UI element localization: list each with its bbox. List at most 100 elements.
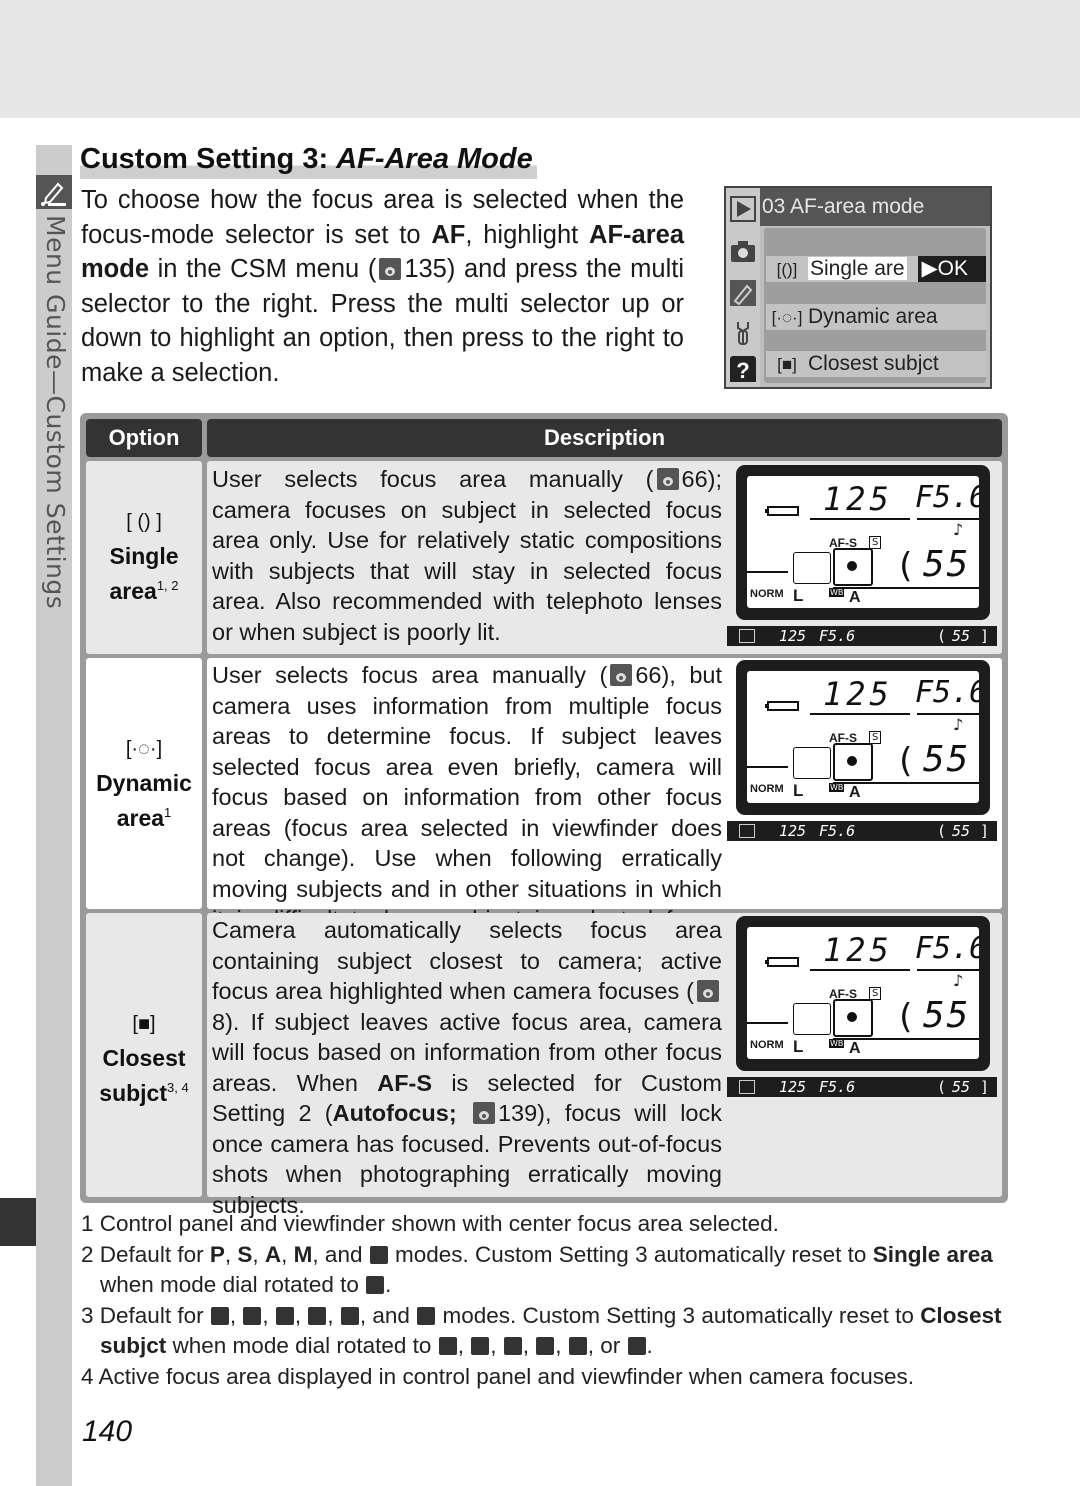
night-portrait-mode-icon	[627, 1337, 646, 1355]
footnote-text: Active focus area displayed in control p…	[98, 1363, 914, 1389]
title-prefix: Custom Setting 3:	[80, 143, 337, 175]
menu-header: 03 AF-area mode	[760, 188, 990, 226]
thumb-index-tab	[0, 1198, 36, 1246]
divider	[747, 1022, 788, 1024]
footnote-text: modes. Custom Setting 3 automatically re…	[388, 1241, 873, 1267]
pencil-icon	[730, 280, 756, 306]
single-area-icon	[793, 552, 831, 584]
closest-subject-icon	[793, 1003, 831, 1035]
footnote-ref: 3, 4	[167, 1080, 189, 1095]
menu-item-label: Single are	[808, 257, 907, 280]
footnote-text: .	[646, 1333, 653, 1358]
menu-item-dynamic-area[interactable]: [·◌·] Dynamic area	[766, 304, 986, 330]
control-panel-lcd: 125F5.6♪AF-SS(55NORMLWBA	[736, 465, 990, 620]
menu-rail: ?	[726, 188, 760, 387]
footnote-text: , and	[359, 1302, 417, 1328]
intro-bold-af: AF	[431, 220, 466, 249]
auto-mode-icon	[210, 1306, 229, 1325]
vf-frames: 55	[952, 822, 971, 840]
dynamic-area-icon: [·◌·]	[125, 738, 163, 760]
footnote-text: Control panel and viewfinder shown with …	[99, 1211, 779, 1236]
option-name: subjct	[99, 1080, 168, 1106]
footnotes: 1 Control panel and viewfinder shown wit…	[81, 1209, 1011, 1392]
single-area-icon	[739, 629, 755, 643]
playback-icon	[730, 196, 756, 222]
lcd-screen: 125F5.6♪AF-SS(55NORMLWBA	[747, 671, 979, 803]
page-reference[interactable]: 66	[635, 662, 661, 688]
svg-text:?: ?	[736, 358, 749, 382]
frames-remaining: 55	[923, 739, 971, 780]
footnote-text: .	[385, 1272, 392, 1297]
battery-icon	[765, 701, 799, 711]
footnote-number: 1	[81, 1211, 94, 1236]
camera-menu-screenshot: ? 03 AF-area mode [()] Single are ▶OK [·◌…	[724, 186, 992, 389]
landscape-mode-icon	[503, 1337, 522, 1355]
aperture: F5.6	[915, 675, 979, 710]
lcd-screen: 125F5.6♪AF-SS(55NORMLWBA	[747, 476, 979, 608]
header-option: Option	[86, 419, 202, 457]
night-landscape-mode-icon	[568, 1337, 587, 1355]
vf-shutter: 125	[779, 1078, 807, 1096]
beep-icon: ♪	[953, 520, 964, 539]
footnote-number: 2	[81, 1241, 94, 1267]
footnote-2: 2 Default for P, S, A, M, and modes. Cus…	[81, 1241, 993, 1298]
page-reference[interactable]: 139	[498, 1100, 537, 1126]
page-reference[interactable]: 135	[404, 255, 447, 283]
footnote-number: 3	[81, 1302, 94, 1328]
footnote-text: Default for	[99, 1302, 210, 1328]
description-text: User selects focus area manually (66); c…	[212, 464, 722, 647]
reference-eye-icon	[697, 980, 719, 1002]
ok-indicator[interactable]: ▶OK	[917, 256, 986, 282]
footnote-text: modes. Custom Setting 3 automatically re…	[436, 1302, 921, 1328]
image-quality: NORM	[750, 783, 784, 795]
frames-remaining: 55	[923, 995, 971, 1036]
shutter-speed: 125	[823, 931, 893, 969]
footnote-ref: 1, 2	[156, 578, 179, 593]
vf-frames: 55	[952, 1078, 971, 1096]
divider	[917, 969, 979, 971]
vf-aperture: F5.6	[819, 627, 856, 645]
desc-part: User selects focus area manually (	[212, 466, 654, 492]
option-cell-single-area: [ () ] Single area1, 2	[86, 461, 202, 654]
page-reference[interactable]: 8	[212, 1009, 225, 1035]
desc-bold: AF-S	[377, 1069, 433, 1096]
menu-item-single-area[interactable]: [()] Single are ▶OK	[766, 256, 986, 282]
vf-aperture: F5.6	[819, 1078, 856, 1096]
page-number: 140	[82, 1415, 133, 1448]
option-name: area	[116, 805, 165, 831]
image-size: L	[793, 781, 804, 800]
menu-item-closest-subject[interactable]: [■] Closest subjct	[766, 351, 986, 377]
divider	[810, 969, 910, 971]
frames-remaining: 55	[923, 544, 971, 585]
mode-a: A	[264, 1241, 282, 1267]
single-servo-icon: S	[869, 987, 882, 1000]
option-name: area	[109, 578, 157, 604]
dynamic-area-icon	[793, 747, 831, 779]
control-panel-lcd: 125F5.6♪AF-SS(55NORMLWBA	[736, 660, 990, 815]
focus-area-icon	[833, 999, 873, 1037]
landscape-mode-icon	[275, 1306, 294, 1325]
white-balance-mode: A	[849, 784, 861, 801]
portrait-mode-icon	[243, 1306, 262, 1325]
battery-icon	[765, 957, 799, 967]
vf-frames: 55	[952, 627, 971, 645]
option-cell-closest-subject: [■] Closest subjct3, 4	[86, 913, 202, 1197]
reference-eye-icon	[379, 258, 402, 280]
vf-shutter: 125	[779, 627, 807, 645]
closest-subject-icon: [■]	[777, 355, 797, 374]
section-label: Menu Guide—Custom Settings	[41, 215, 70, 610]
footnote-1: 1 Control panel and viewfinder shown wit…	[81, 1209, 1011, 1240]
focus-area-icon	[833, 548, 873, 586]
wrench-icon	[737, 322, 749, 345]
sports-mode-icon	[536, 1337, 555, 1355]
description-text: Camera automatically selects focus area …	[212, 915, 722, 1220]
divider	[917, 713, 979, 715]
night-landscape-mode-icon	[340, 1306, 359, 1325]
closest-subject-icon: [■]	[132, 1013, 156, 1035]
single-servo-icon: S	[869, 731, 882, 744]
closest-subject-icon	[739, 1080, 755, 1094]
white-balance-label: WB	[829, 588, 845, 597]
option-name: Closest	[102, 1045, 186, 1071]
beep-icon: ♪	[953, 715, 964, 734]
page-reference[interactable]: 66	[682, 466, 708, 492]
